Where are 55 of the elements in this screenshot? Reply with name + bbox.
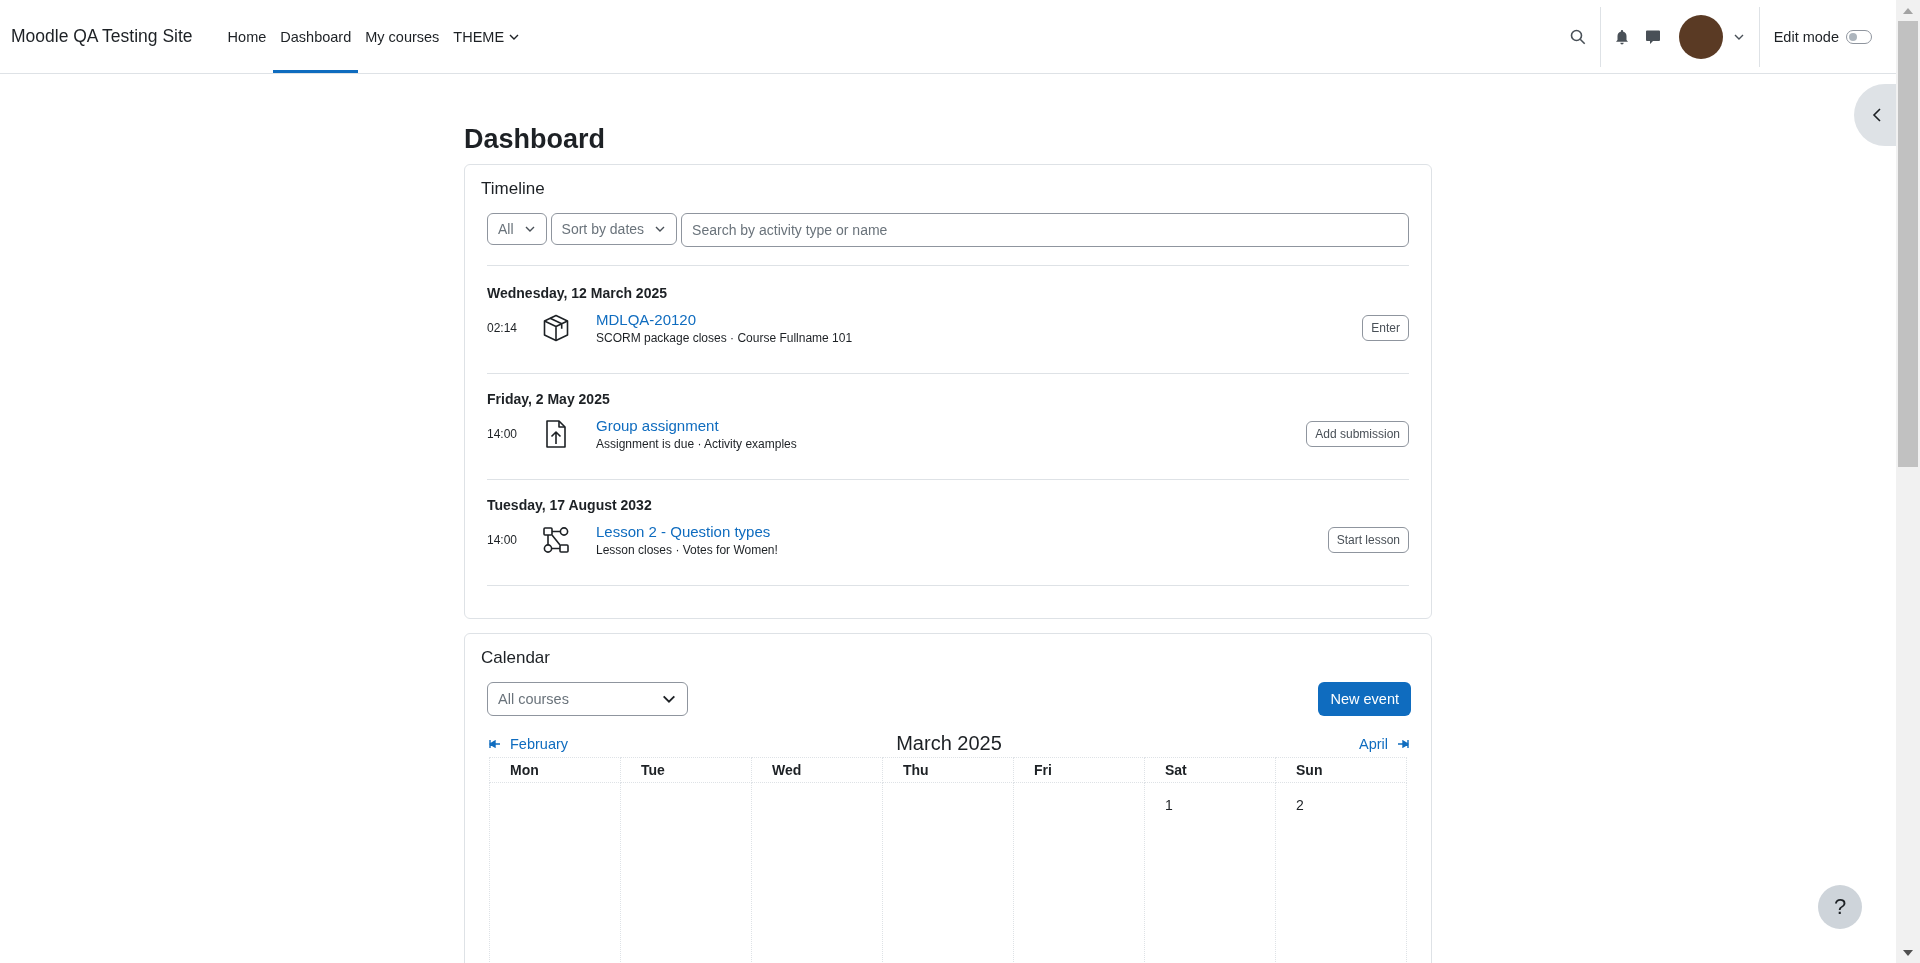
event-details: Assignment is due · Activity examples (596, 437, 797, 451)
card-title: Timeline (481, 179, 545, 199)
chevron-left-icon (1872, 108, 1882, 122)
file-upload-icon (545, 419, 567, 449)
month-title: March 2025 (896, 732, 1002, 755)
weekday-header: Thu (882, 757, 1014, 783)
edit-mode-label: Edit mode (1773, 28, 1839, 45)
page-title: Dashboard (464, 124, 606, 155)
flowchart-icon (542, 526, 570, 554)
previous-month-link[interactable]: February (510, 735, 569, 752)
new-event-button[interactable]: New event (1318, 682, 1411, 716)
weekday-header: Mon (489, 757, 621, 783)
activity-link[interactable]: Group assignment (596, 417, 719, 434)
nav-link[interactable]: Dashboard (273, 0, 359, 73)
day-number[interactable]: 1 (1165, 797, 1173, 813)
scrollbar-thumb[interactable] (1898, 21, 1918, 467)
nav-dropdown[interactable]: THEME (446, 0, 528, 73)
cube-icon (543, 314, 569, 342)
course-filter-dropdown[interactable]: All courses (487, 682, 688, 716)
date-heading: Tuesday, 17 August 2032 (487, 497, 652, 513)
event-time: 14:00 (487, 427, 519, 441)
next-month-link[interactable]: April (1359, 735, 1388, 752)
nav-link[interactable]: My courses (358, 0, 447, 73)
nav-link[interactable]: Home (220, 0, 274, 73)
weekday-header: Sat (1144, 757, 1276, 783)
sort-dropdown[interactable]: Sort by dates (550, 213, 678, 245)
scroll-down-icon[interactable] (1903, 949, 1913, 957)
drawer-toggle-button[interactable] (1854, 84, 1896, 146)
activity-link[interactable]: MDLQA-20120 (596, 311, 697, 328)
event-time: 02:14 (487, 321, 519, 335)
weekday-header: Sun (1275, 757, 1407, 783)
filter-dropdown[interactable]: All (487, 213, 547, 245)
arrow-left-icon[interactable] (489, 739, 500, 748)
action-button[interactable]: Start lesson (1327, 527, 1409, 553)
bell-icon[interactable] (1614, 28, 1629, 45)
arrow-right-icon[interactable] (1398, 739, 1409, 748)
site-name[interactable]: Moodle QA Testing Site (11, 26, 193, 47)
search-field[interactable]: Search by activity type or name (681, 213, 1409, 247)
search-icon[interactable] (1569, 28, 1586, 45)
weekday-header: Wed (751, 757, 883, 783)
card-title: Calendar (481, 648, 550, 668)
event-time: 14:00 (487, 533, 519, 547)
date-heading: Wednesday, 12 March 2025 (487, 285, 668, 301)
activity-link[interactable]: Lesson 2 - Question types (596, 523, 771, 540)
date-heading: Friday, 2 May 2025 (487, 391, 610, 407)
chat-bubble-icon[interactable] (1644, 28, 1661, 45)
help-button[interactable]: ? (1818, 885, 1862, 929)
edit-mode-toggle[interactable] (1846, 29, 1872, 44)
event-details: Lesson closes · Votes for Women! (596, 543, 778, 557)
day-number[interactable]: 2 (1296, 797, 1304, 813)
action-button[interactable]: Add submission (1306, 421, 1409, 447)
action-button[interactable]: Enter (1362, 315, 1409, 341)
event-details: SCORM package closes · Course Fullname 101 (596, 331, 853, 345)
weekday-header: Fri (1013, 757, 1145, 783)
weekday-header: Tue (620, 757, 752, 783)
